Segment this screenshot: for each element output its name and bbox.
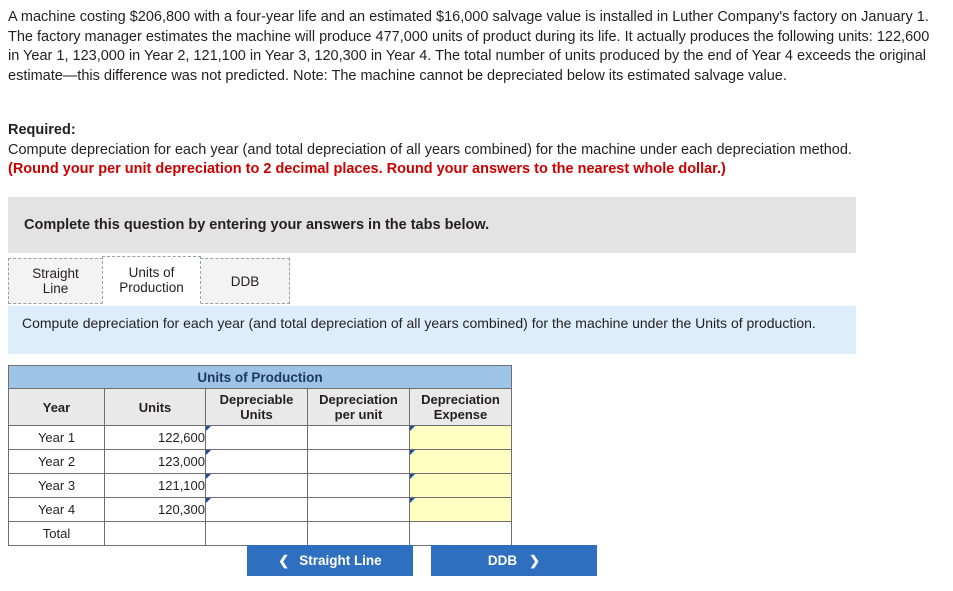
tab-bar: Straight Line Units of Production DDB	[8, 256, 290, 304]
table-row: Year 1 122,600	[8, 425, 512, 450]
row-label-year-4: Year 4	[8, 497, 105, 522]
problem-statement: A machine costing $206,800 with a four-y…	[8, 9, 930, 84]
total-depreciable-units	[205, 521, 308, 546]
next-tab-button[interactable]: DDB ❯	[431, 545, 597, 576]
tab-ddb-label: DDB	[230, 273, 260, 289]
input-per-unit-year-4[interactable]	[307, 497, 410, 522]
row-label-year-3: Year 3	[8, 473, 105, 498]
rounding-note: (Round your per unit depreciation to 2 d…	[8, 161, 726, 177]
units-year-2: 123,000	[104, 449, 206, 474]
total-per-unit	[307, 521, 410, 546]
units-of-production-table-wrap: Units of Production Year Units Depreciab…	[8, 365, 512, 546]
tab-navigation: ❮ Straight Line DDB ❯	[247, 545, 597, 576]
tab-units-of-production-label: Units of Production	[119, 265, 184, 295]
input-per-unit-year-1[interactable]	[307, 425, 410, 450]
input-depreciable-units-year-1[interactable]	[205, 425, 308, 450]
cell-marker-icon	[206, 474, 211, 479]
tab-straight-line-label: Straight Line	[32, 266, 79, 296]
input-per-unit-year-2[interactable]	[307, 449, 410, 474]
input-depreciable-units-year-2[interactable]	[205, 449, 308, 474]
table-row: Year 2 123,000	[8, 449, 512, 474]
column-header-year: Year	[8, 388, 105, 426]
next-tab-label: DDB	[487, 553, 518, 568]
instruction-bar-text: Complete this question by entering your …	[24, 217, 490, 233]
table-header-row: Year Units Depreciable Units Depreciatio…	[8, 388, 512, 426]
chevron-right-icon: ❯	[529, 552, 541, 568]
table-row: Year 3 121,100	[8, 473, 512, 498]
units-year-3: 121,100	[104, 473, 206, 498]
row-label-year-1: Year 1	[8, 425, 105, 450]
input-expense-year-1[interactable]	[409, 425, 512, 450]
required-title: Required:	[8, 122, 76, 138]
table-row-total: Total	[8, 521, 512, 546]
instruction-bar: Complete this question by entering your …	[8, 197, 856, 253]
tab-ddb[interactable]: DDB	[200, 258, 290, 304]
prev-tab-button[interactable]: ❮ Straight Line	[247, 545, 413, 576]
tab-units-of-production[interactable]: Units of Production	[102, 256, 201, 304]
total-expense	[409, 521, 512, 546]
table-title-row: Units of Production	[8, 365, 512, 389]
tab-straight-line[interactable]: Straight Line	[8, 258, 103, 304]
units-of-production-table: Units of Production Year Units Depreciab…	[8, 365, 512, 546]
required-instruction: Compute depreciation for each year (and …	[8, 141, 852, 158]
cell-marker-icon	[410, 450, 415, 455]
total-units	[104, 521, 206, 546]
table-row: Year 4 120,300	[8, 497, 512, 522]
chevron-left-icon: ❮	[278, 552, 290, 568]
input-depreciable-units-year-4[interactable]	[205, 497, 308, 522]
column-header-depreciation-expense: Depreciation Expense	[409, 388, 512, 426]
required-section: Required: Compute depreciation for each …	[8, 121, 944, 180]
cell-marker-icon	[410, 426, 415, 431]
input-expense-year-4[interactable]	[409, 497, 512, 522]
column-header-units: Units	[104, 388, 206, 426]
table-title: Units of Production	[8, 365, 512, 389]
prev-tab-label: Straight Line	[299, 553, 382, 568]
cell-marker-icon	[206, 426, 211, 431]
cell-marker-icon	[410, 474, 415, 479]
row-label-total: Total	[8, 521, 105, 546]
cell-marker-icon	[410, 498, 415, 503]
column-header-depreciable-units: Depreciable Units	[205, 388, 308, 426]
units-year-1: 122,600	[104, 425, 206, 450]
cell-marker-icon	[206, 498, 211, 503]
input-depreciable-units-year-3[interactable]	[205, 473, 308, 498]
units-year-4: 120,300	[104, 497, 206, 522]
sub-instruction-text: Compute depreciation for each year (and …	[22, 315, 816, 331]
exercise-page: A machine costing $206,800 with a four-y…	[0, 0, 953, 591]
column-header-depreciation-per-unit: Depreciation per unit	[307, 388, 410, 426]
input-expense-year-2[interactable]	[409, 449, 512, 474]
row-label-year-2: Year 2	[8, 449, 105, 474]
cell-marker-icon	[206, 450, 211, 455]
input-expense-year-3[interactable]	[409, 473, 512, 498]
sub-instruction: Compute depreciation for each year (and …	[8, 306, 856, 354]
input-per-unit-year-3[interactable]	[307, 473, 410, 498]
